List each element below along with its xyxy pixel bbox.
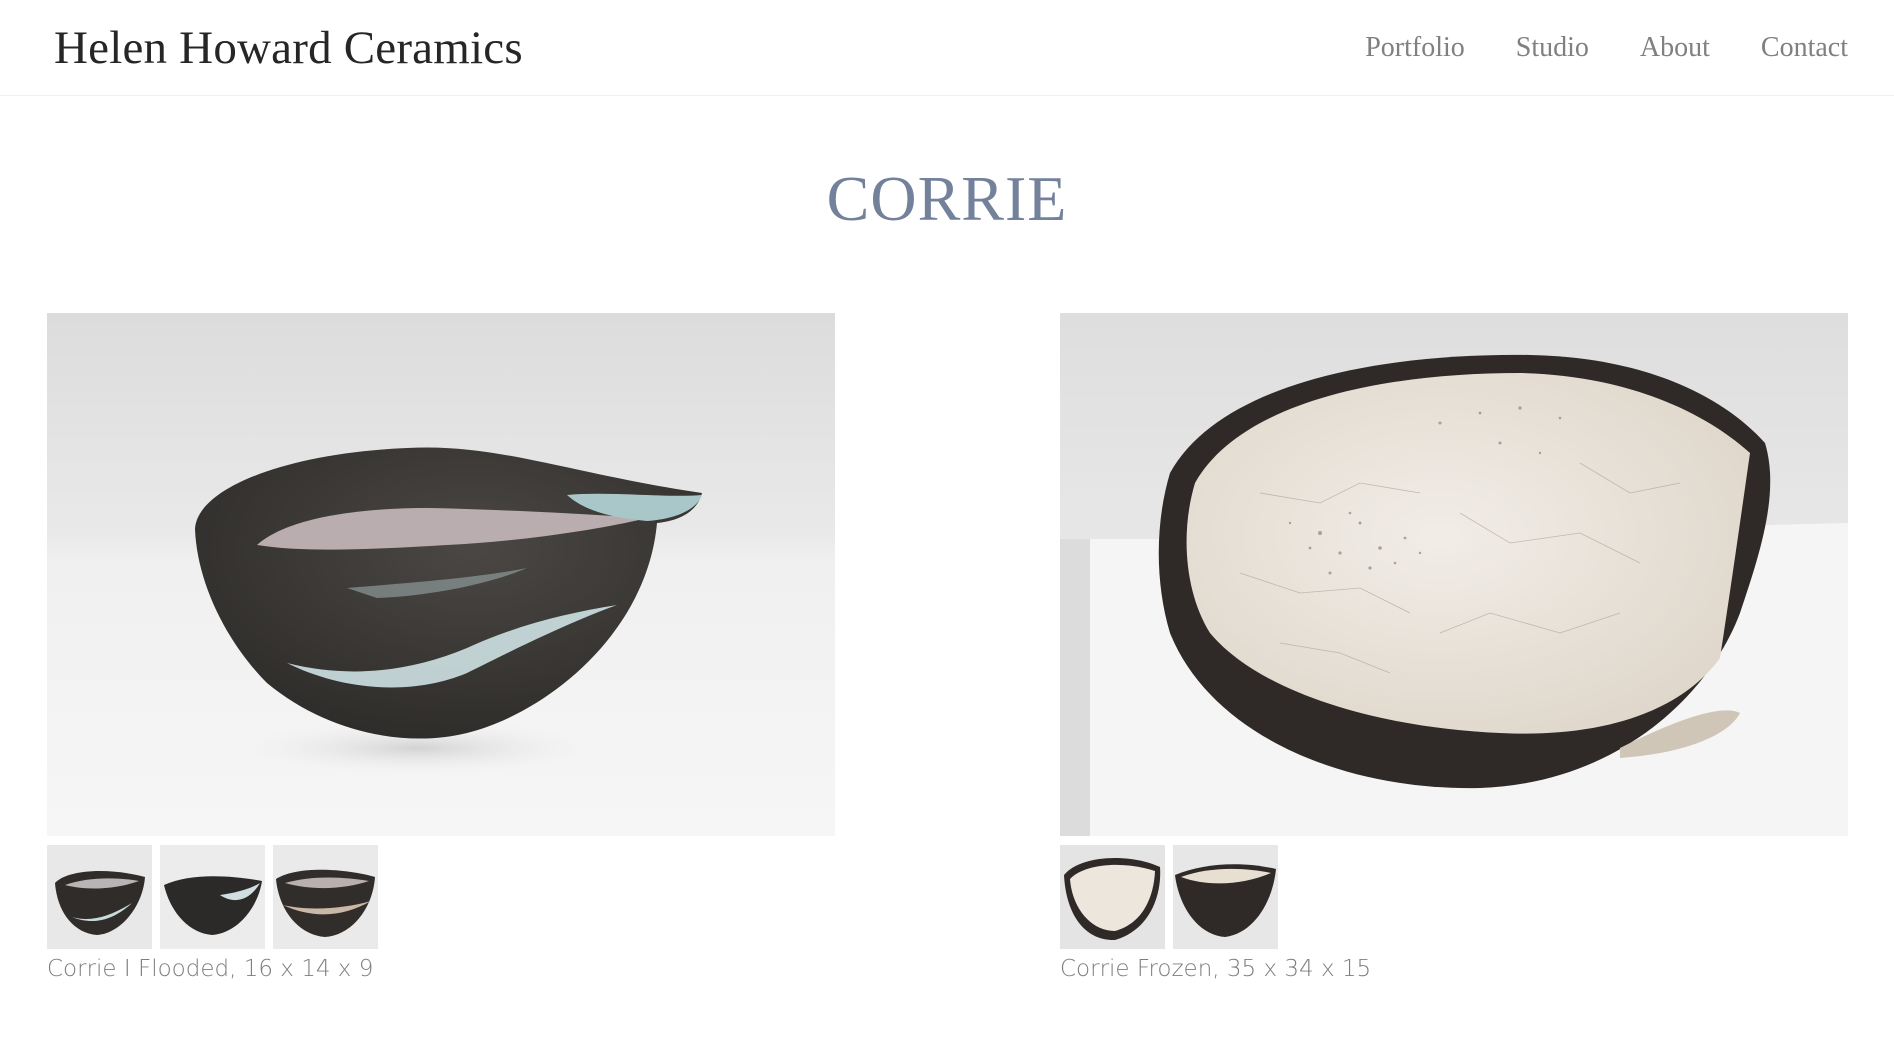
nav-link-portfolio[interactable]: Portfolio	[1365, 30, 1465, 66]
thumbnail-2[interactable]	[160, 845, 265, 949]
site-logo[interactable]: Helen Howard Ceramics	[54, 20, 523, 76]
nav-link-studio[interactable]: Studio	[1516, 30, 1589, 66]
photo-caption: Corrie Frozen, 35 x 34 x 15	[1060, 956, 1372, 982]
nav-link-contact[interactable]: Contact	[1761, 30, 1848, 66]
bowl-photo-frozen	[1060, 313, 1848, 836]
page-title: CORRIE	[826, 163, 1068, 234]
main-nav: Portfolio Studio About Contact	[1314, 30, 1848, 66]
gallery-corrie-flooded: Corrie I Flooded, 16 x 14 x 9	[47, 313, 835, 983]
thumbnail-3[interactable]	[273, 845, 378, 949]
gallery-corrie-frozen: Corrie Frozen, 35 x 34 x 15	[1060, 313, 1848, 983]
main-photo[interactable]	[1060, 313, 1848, 836]
photo-caption: Corrie I Flooded, 16 x 14 x 9	[47, 956, 374, 982]
thumbnail-strip	[47, 845, 835, 949]
bowl-photo-flooded	[47, 313, 835, 836]
main-photo[interactable]	[47, 313, 835, 836]
thumbnail-1[interactable]	[47, 845, 152, 949]
site-header: Helen Howard Ceramics Portfolio Studio A…	[0, 0, 1894, 96]
nav-link-about[interactable]: About	[1640, 30, 1710, 66]
thumbnail-strip	[1060, 845, 1848, 949]
thumbnail-2[interactable]	[1173, 845, 1278, 949]
thumbnail-1[interactable]	[1060, 845, 1165, 949]
